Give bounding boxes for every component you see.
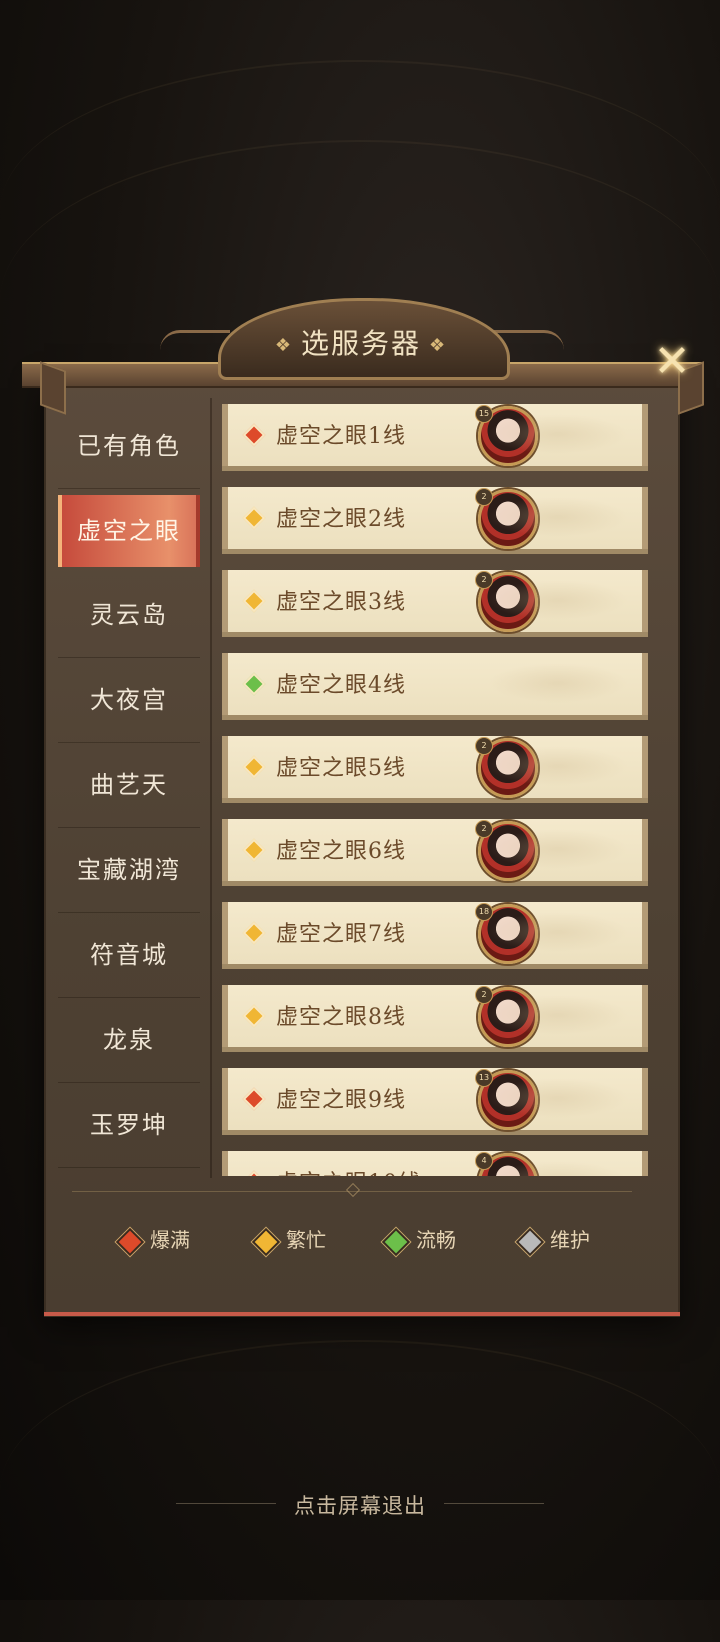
sidebar-item-treasure-bay[interactable]: 宝藏湖湾 xyxy=(58,828,200,913)
status-busy-icon xyxy=(251,1227,281,1256)
avatar-level-badge: 2 xyxy=(475,571,493,589)
avatar-level-badge: 2 xyxy=(475,986,493,1004)
avatar-level-badge: 18 xyxy=(475,903,493,921)
server-name: 虚空之眼3线 xyxy=(276,590,406,615)
server-row[interactable]: 虚空之眼7线 18 xyxy=(222,902,648,964)
legend-item-full: 爆满 xyxy=(115,1222,190,1258)
region-sidebar: 已有角色 虚空之眼 灵云岛 大夜宫 曲艺天 宝藏湖湾 符音城 龙泉 玉罗坤 xyxy=(58,404,200,1168)
legend-item-maintenance: 维护 xyxy=(515,1222,590,1258)
legend-item-busy: 繁忙 xyxy=(251,1222,326,1258)
status-full-icon xyxy=(242,1087,266,1111)
server-name: 虚空之眼10线 xyxy=(276,1165,421,1176)
server-name: 虚空之眼1线 xyxy=(276,424,406,449)
close-icon: ✕ xyxy=(653,336,691,387)
sidebar-item-yuluokun[interactable]: 玉罗坤 xyxy=(58,1083,200,1168)
character-avatar: 2 xyxy=(475,737,538,798)
status-smooth-icon xyxy=(381,1227,411,1256)
server-row[interactable]: 虚空之眼9线 13 xyxy=(222,1068,648,1130)
server-name: 虚空之眼2线 xyxy=(276,507,406,532)
avatar-level-badge: 2 xyxy=(475,488,493,506)
status-busy-icon xyxy=(242,1004,266,1028)
ornament-icon: ❖ xyxy=(429,335,448,356)
dialog-title: ❖ 选服务器 ❖ xyxy=(218,322,504,362)
server-row[interactable]: 虚空之眼10线 4 xyxy=(222,1151,648,1176)
legend-label: 爆满 xyxy=(150,1228,190,1252)
status-legend: 爆满 繁忙 流畅 维护 xyxy=(110,1222,630,1262)
status-smooth-icon xyxy=(242,672,266,696)
server-name: 虚空之眼6线 xyxy=(276,839,406,864)
exit-hint[interactable]: 点击屏幕退出 xyxy=(0,1490,720,1520)
server-name: 虚空之眼7线 xyxy=(276,922,406,947)
sidebar-item-lingyun-island[interactable]: 灵云岛 xyxy=(58,573,200,658)
character-avatar: 15 xyxy=(475,405,538,466)
status-busy-icon xyxy=(242,506,266,530)
server-row[interactable]: 虚空之眼3线 2 xyxy=(222,570,648,632)
character-avatar: 4 xyxy=(475,1152,538,1176)
server-row[interactable]: 虚空之眼5线 2 xyxy=(222,736,648,798)
avatar-level-badge: 15 xyxy=(475,405,493,423)
server-name: 虚空之眼9线 xyxy=(276,1088,406,1113)
server-row[interactable]: 虚空之眼6线 2 xyxy=(222,819,648,881)
sidebar-item-longquan[interactable]: 龙泉 xyxy=(58,998,200,1083)
status-busy-icon xyxy=(242,589,266,613)
character-avatar: 2 xyxy=(475,488,538,549)
sidebar-item-fuyin-city[interactable]: 符音城 xyxy=(58,913,200,998)
status-full-icon xyxy=(242,423,266,447)
legend-label: 流畅 xyxy=(416,1228,456,1252)
sidebar-divider xyxy=(210,398,212,1178)
legend-item-smooth: 流畅 xyxy=(381,1222,456,1258)
server-name: 虚空之眼8线 xyxy=(276,1005,406,1030)
sidebar-item-void-eye[interactable]: 虚空之眼 xyxy=(58,495,200,567)
legend-label: 繁忙 xyxy=(286,1228,326,1252)
avatar-level-badge: 2 xyxy=(475,820,493,838)
server-list[interactable]: 虚空之眼1线 15 虚空之眼2线 2 虚空之眼3线 2 虚空之眼4线 虚空之眼5… xyxy=(222,404,648,1176)
status-maintenance-icon xyxy=(515,1227,545,1256)
status-busy-icon xyxy=(242,755,266,779)
sidebar-item-quyitian[interactable]: 曲艺天 xyxy=(58,743,200,828)
server-row[interactable]: 虚空之眼8线 2 xyxy=(222,985,648,1047)
status-busy-icon xyxy=(242,921,266,945)
server-row[interactable]: 虚空之眼2线 2 xyxy=(222,487,648,549)
character-avatar: 18 xyxy=(475,903,538,964)
panel-bottom-trim xyxy=(44,1312,680,1316)
character-avatar: 2 xyxy=(475,820,538,881)
legend-label: 维护 xyxy=(550,1228,590,1252)
server-row[interactable]: 虚空之眼1线 15 xyxy=(222,404,648,466)
dialog-title-label: 选服务器 xyxy=(300,327,421,360)
status-full-icon xyxy=(115,1227,145,1256)
character-avatar: 2 xyxy=(475,571,538,632)
server-row[interactable]: 虚空之眼4线 xyxy=(222,653,648,715)
ornament-icon: ❖ xyxy=(274,335,293,356)
server-name: 虚空之眼5线 xyxy=(276,756,406,781)
sidebar-item-great-night-palace[interactable]: 大夜宫 xyxy=(58,658,200,743)
status-full-icon xyxy=(242,1170,266,1176)
avatar-level-badge: 4 xyxy=(475,1152,493,1170)
server-name: 虚空之眼4线 xyxy=(276,673,406,698)
status-busy-icon xyxy=(242,838,266,862)
character-avatar: 2 xyxy=(475,986,538,1047)
avatar-level-badge: 13 xyxy=(475,1069,493,1087)
character-avatar: 13 xyxy=(475,1069,538,1130)
sidebar-item-existing-roles[interactable]: 已有角色 xyxy=(58,404,200,489)
avatar-level-badge: 2 xyxy=(475,737,493,755)
close-button[interactable]: ✕ xyxy=(650,340,694,384)
